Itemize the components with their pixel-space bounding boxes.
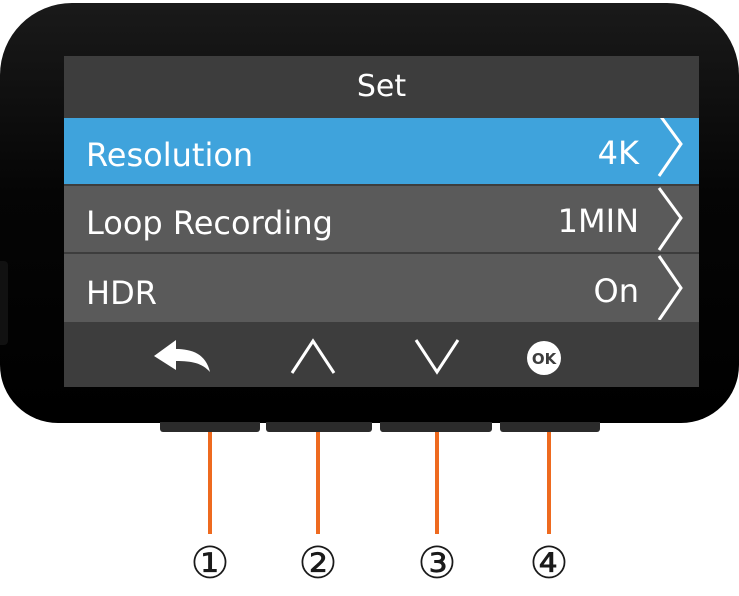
nav-bar: OK xyxy=(64,324,699,387)
callout-line-2 xyxy=(316,432,320,534)
menu-row-resolution[interactable]: Resolution 4K xyxy=(64,118,699,184)
chevron-down-icon[interactable] xyxy=(412,336,462,376)
dashcam-device: Set Resolution 4K Loop Recording 1MIN HD… xyxy=(0,3,739,423)
menu-row-hdr[interactable]: HDR On xyxy=(64,254,699,322)
side-port xyxy=(0,261,8,345)
back-arrow-icon[interactable] xyxy=(152,336,216,376)
callout-line-4 xyxy=(547,432,551,534)
button-number-3: ③ xyxy=(417,538,457,589)
callout-line-1 xyxy=(208,432,212,534)
chevron-up-icon[interactable] xyxy=(288,336,338,376)
menu-row-value: 4K xyxy=(597,134,639,172)
menu-row-label: HDR xyxy=(86,274,157,312)
menu-title: Set xyxy=(64,56,699,116)
chevron-right-icon xyxy=(657,187,683,251)
hardware-button-3[interactable] xyxy=(380,422,492,432)
menu-row-value: 1MIN xyxy=(557,202,639,240)
hardware-button-4[interactable] xyxy=(500,422,600,432)
hardware-button-1[interactable] xyxy=(160,422,260,432)
ok-label: OK xyxy=(532,350,558,368)
menu-row-label: Loop Recording xyxy=(86,204,333,242)
ok-icon[interactable]: OK xyxy=(526,340,562,376)
menu-row-label: Resolution xyxy=(86,136,254,174)
callout-line-3 xyxy=(435,432,439,534)
button-number-1: ① xyxy=(190,538,230,589)
dashcam-screen: Set Resolution 4K Loop Recording 1MIN HD… xyxy=(64,56,699,387)
menu-title-text: Set xyxy=(356,68,407,104)
hardware-button-2[interactable] xyxy=(266,422,372,432)
button-number-2: ② xyxy=(298,538,338,589)
button-number-4: ④ xyxy=(529,538,569,589)
menu-row-value: On xyxy=(593,272,639,310)
chevron-right-icon xyxy=(657,255,683,320)
menu-row-loop-recording[interactable]: Loop Recording 1MIN xyxy=(64,186,699,252)
chevron-right-icon xyxy=(657,118,683,177)
